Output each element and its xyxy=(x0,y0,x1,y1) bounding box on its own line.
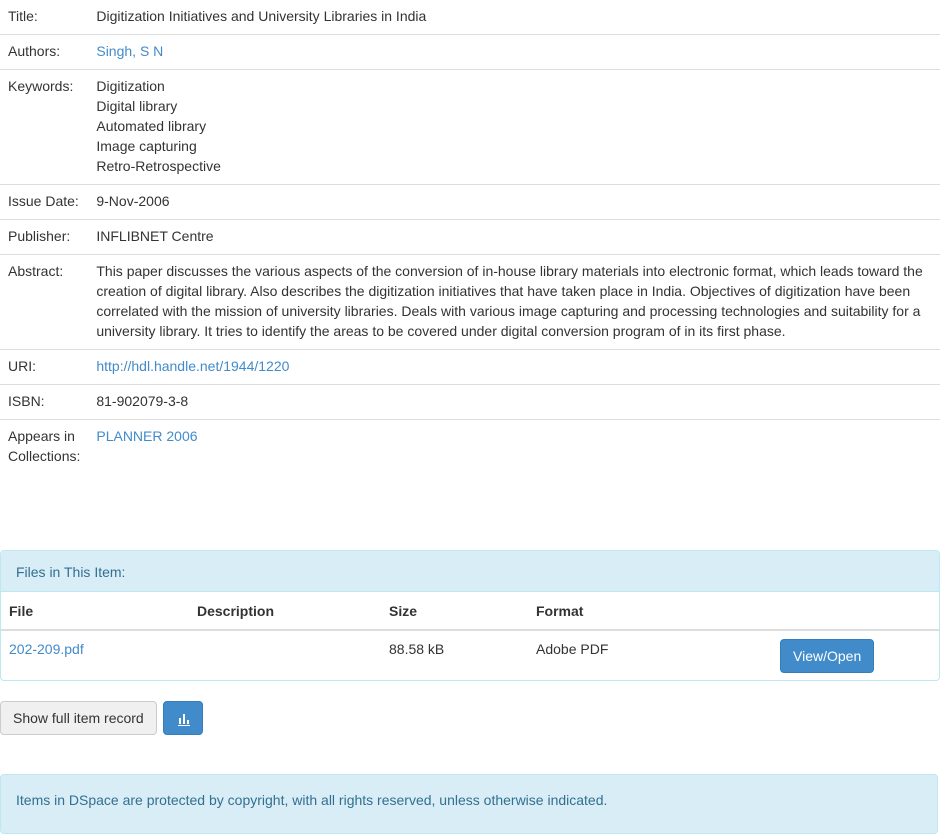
item-actions: Show full item record xyxy=(0,701,203,735)
view-open-button[interactable]: View/Open xyxy=(780,639,875,673)
collections-cell: PLANNER 2006 xyxy=(88,420,940,475)
files-panel-heading: Files in This Item: xyxy=(1,551,939,592)
keyword-item: Retro-Retrospective xyxy=(96,158,221,174)
author-link[interactable]: Singh, S N xyxy=(96,43,163,59)
uri-link[interactable]: http://hdl.handle.net/1944/1220 xyxy=(96,358,289,374)
isbn-label: ISBN: xyxy=(0,384,89,420)
metadata-row-keywords: Keywords: Digitization Digital library A… xyxy=(0,69,940,185)
format-cell: Adobe PDF xyxy=(536,641,609,657)
authors-label: Authors: xyxy=(0,34,89,70)
metadata-row-isbn: ISBN: 81-902079-3-8 xyxy=(0,384,940,420)
metadata-row-issue-date: Issue Date: 9-Nov-2006 xyxy=(0,184,940,220)
size-column-header: Size xyxy=(381,592,528,631)
file-column-header: File xyxy=(1,592,189,631)
collections-label: Appears in Collections: xyxy=(8,428,81,464)
keyword-item: Digital library xyxy=(96,98,178,114)
action-column-header xyxy=(770,592,939,631)
metadata-row-collections: Appears in Collections: PLANNER 2006 xyxy=(0,420,940,475)
keyword-item: Automated library xyxy=(96,118,207,134)
authors-cell: Singh, S N xyxy=(88,34,940,70)
action-cell: View/Open xyxy=(770,630,939,680)
size-cell: 88.58 kB xyxy=(389,641,445,657)
metadata-row-abstract: Abstract: This paper discusses the vario… xyxy=(0,254,940,350)
files-panel: Files in This Item: File Description Siz… xyxy=(0,550,940,681)
copyright-notice: Items in DSpace are protected by copyrig… xyxy=(0,774,938,834)
keywords-cell: Digitization Digital library Automated l… xyxy=(88,69,940,185)
title-label: Title: xyxy=(0,0,89,35)
file-link[interactable]: 202-209.pdf xyxy=(9,641,84,657)
item-metadata-table: Title: Digitization Initiatives and Univ… xyxy=(0,0,940,474)
collection-link[interactable]: PLANNER 2006 xyxy=(96,428,197,444)
format-column-header: Format xyxy=(528,592,770,631)
issue-date-value: 9-Nov-2006 xyxy=(88,184,940,220)
title-value: Digitization Initiatives and University … xyxy=(88,0,940,35)
publisher-label: Publisher: xyxy=(0,219,89,255)
keywords-label: Keywords: xyxy=(0,69,89,185)
description-column-header: Description xyxy=(189,592,381,631)
metadata-row-uri: URI: http://hdl.handle.net/1944/1220 xyxy=(0,349,940,385)
files-table: File Description Size Format 202-209.pdf… xyxy=(1,592,939,680)
files-header-row: File Description Size Format xyxy=(1,592,939,631)
uri-label: URI: xyxy=(0,349,89,385)
abstract-value: This paper discusses the various aspects… xyxy=(88,254,940,350)
abstract-label: Abstract: xyxy=(0,254,89,350)
isbn-value: 81-902079-3-8 xyxy=(88,384,940,420)
keyword-item: Digitization xyxy=(96,78,165,94)
description-cell xyxy=(189,630,381,680)
uri-cell: http://hdl.handle.net/1944/1220 xyxy=(88,349,940,385)
metadata-row-title: Title: Digitization Initiatives and Univ… xyxy=(0,0,940,35)
show-full-record-button[interactable]: Show full item record xyxy=(0,701,157,735)
metadata-row-publisher: Publisher: INFLIBNET Centre xyxy=(0,219,940,255)
bar-chart-icon xyxy=(177,714,190,726)
keyword-item: Image capturing xyxy=(96,138,197,154)
metadata-row-authors: Authors: Singh, S N xyxy=(0,34,940,70)
table-row: 202-209.pdf 88.58 kB Adobe PDF View/Open xyxy=(1,630,939,680)
file-cell: 202-209.pdf xyxy=(1,630,189,680)
publisher-value: INFLIBNET Centre xyxy=(88,219,940,255)
issue-date-label: Issue Date: xyxy=(0,184,89,220)
statistics-button[interactable] xyxy=(162,701,203,735)
